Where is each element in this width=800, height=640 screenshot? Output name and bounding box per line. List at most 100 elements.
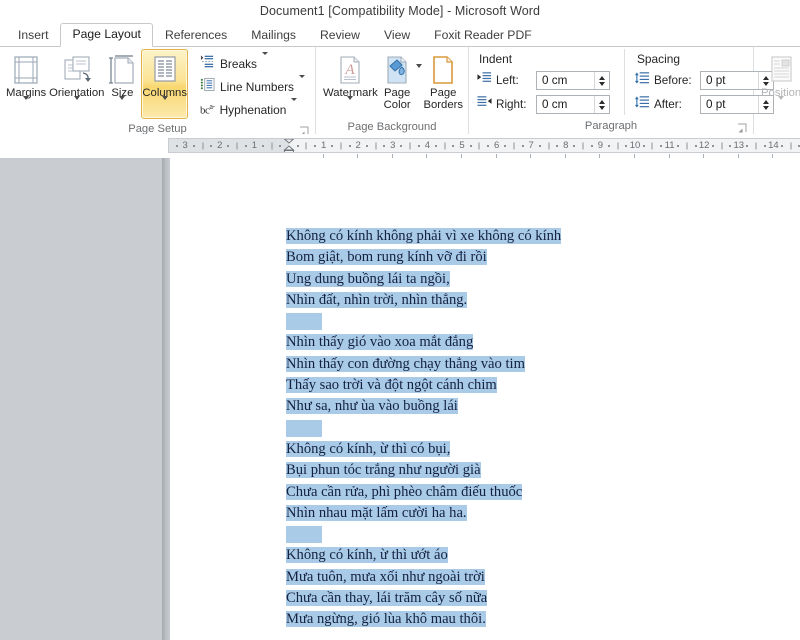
document-line[interactable]: Ung dung buồng lái ta ngồi, bbox=[286, 269, 706, 290]
document-blank-line[interactable] bbox=[286, 418, 706, 439]
indent-right-spinner-arrows[interactable] bbox=[594, 96, 609, 113]
ruler-dot bbox=[711, 144, 714, 147]
selected-text[interactable]: Nhìn thấy con đường chạy thẳng vào tim bbox=[286, 355, 525, 372]
ribbon-tab-strip: Insert Page Layout References Mailings R… bbox=[0, 22, 800, 47]
indent-left-value[interactable]: 0 cm bbox=[537, 74, 594, 87]
ruler-label-left-3: 3 bbox=[182, 140, 188, 151]
indent-right-label: Right: bbox=[496, 98, 527, 111]
tab-references[interactable]: References bbox=[153, 24, 239, 47]
margins-caret-down-icon[interactable] bbox=[23, 96, 30, 118]
document-line[interactable]: Không có kính không phải vì xe không có … bbox=[286, 226, 706, 247]
orientation-button[interactable]: Orientation bbox=[48, 49, 105, 119]
document-blank-line[interactable] bbox=[286, 311, 706, 332]
selected-text[interactable]: Không có kính, ừ thì ướt áo bbox=[286, 547, 448, 564]
indent-left-spinner[interactable]: 0 cm bbox=[536, 71, 610, 90]
page-borders-button[interactable]: Page Borders bbox=[422, 49, 464, 112]
columns-button[interactable]: Columns bbox=[141, 49, 188, 119]
position-caret-down-icon[interactable] bbox=[778, 96, 785, 118]
margins-button[interactable]: Margins bbox=[4, 49, 48, 119]
spinner-up-icon[interactable] bbox=[599, 75, 605, 80]
ruler-dot bbox=[746, 144, 749, 147]
selected-text[interactable]: Ung dung buồng lái ta ngồi, bbox=[286, 270, 450, 287]
ribbon-group-paragraph: Indent Left: 0 cm Right: 0 cm Spacing Be… bbox=[469, 47, 774, 135]
document-stanza[interactable]: Không có kính, ừ thì có bụi, Bụi phun tóc… bbox=[286, 439, 706, 524]
document-line[interactable]: Nhìn thấy con đường chạy thẳng vào tim bbox=[286, 354, 706, 375]
tab-view[interactable]: View bbox=[372, 24, 422, 47]
spacing-before-value[interactable]: 0 pt bbox=[701, 74, 758, 87]
document-line[interactable]: Không có kính, ừ thì ướt áo bbox=[286, 545, 706, 566]
ruler-label-1: 1 bbox=[320, 140, 327, 151]
indent-right-spinner[interactable]: 0 cm bbox=[536, 95, 610, 114]
selected-text[interactable]: Chưa cần thay, lái trăm cây số nữa bbox=[286, 590, 488, 607]
document-line[interactable]: Nhìn nhau mặt lấm cười ha ha. bbox=[286, 503, 706, 524]
document-stanza[interactable]: Không có kính, ừ thì ướt áo Mưa tuôn, mưa… bbox=[286, 545, 706, 630]
ruler-dot bbox=[781, 144, 784, 147]
selected-empty-paragraph[interactable] bbox=[286, 313, 322, 331]
document-stanza[interactable]: Nhìn thấy gió vào xoa mắt đắng Nhìn thấy … bbox=[286, 332, 706, 417]
tab-review[interactable]: Review bbox=[308, 24, 372, 47]
selected-text[interactable]: Mưa tuôn, mưa xối như ngoài trời bbox=[286, 568, 485, 585]
orientation-caret-down-icon[interactable] bbox=[73, 96, 80, 118]
selected-text[interactable]: Bụi phun tóc trắng như người già bbox=[286, 462, 481, 479]
tab-foxit-reader-pdf[interactable]: Foxit Reader PDF bbox=[422, 24, 544, 47]
spinner-down-icon[interactable] bbox=[599, 81, 605, 86]
selected-text[interactable]: Nhìn nhau mặt lấm cười ha ha. bbox=[286, 504, 467, 521]
breaks-caret-down-icon[interactable] bbox=[261, 51, 268, 73]
tab-insert[interactable]: Insert bbox=[6, 24, 60, 47]
document-line[interactable]: Nhìn đất, nhìn trời, nhìn thẳng. bbox=[286, 290, 706, 311]
document-line[interactable]: Nhìn thấy gió vào xoa mắt đắng bbox=[286, 332, 706, 353]
document-text-body[interactable]: Không có kính không phải vì xe không có … bbox=[286, 226, 706, 631]
columns-caret-down-icon[interactable] bbox=[161, 96, 168, 118]
document-line[interactable]: Như sa, như ùa vào buồng lái bbox=[286, 396, 706, 417]
selected-text[interactable]: Nhìn thấy gió vào xoa mắt đắng bbox=[286, 334, 474, 351]
line-numbers-button[interactable]: Line Numbers bbox=[194, 74, 311, 98]
ruler-indent-marker[interactable] bbox=[283, 139, 295, 152]
document-line[interactable]: Chưa cần rửa, phì phèo châm điếu thuốc bbox=[286, 482, 706, 503]
indent-left-spinner-arrows[interactable] bbox=[594, 72, 609, 89]
indent-right-value[interactable]: 0 cm bbox=[537, 98, 594, 111]
ruler-half-tick bbox=[340, 142, 342, 149]
hyphenation-caret-down-icon[interactable] bbox=[291, 97, 298, 119]
document-line[interactable]: Bom giật, bom rung kính vỡ đi rồi bbox=[286, 247, 706, 268]
spacing-after-label: After: bbox=[654, 98, 682, 111]
spinner-up-icon[interactable] bbox=[599, 99, 605, 104]
spinner-down-icon[interactable] bbox=[599, 105, 605, 110]
spacing-after-value[interactable]: 0 pt bbox=[701, 98, 758, 111]
line-numbers-caret-down-icon[interactable] bbox=[299, 74, 305, 96]
watermark-caret-down-icon[interactable] bbox=[347, 96, 354, 118]
paragraph-dialog-launcher-icon[interactable] bbox=[737, 123, 748, 134]
selected-text[interactable]: Mưa ngừng, gió lùa khô mau thôi. bbox=[286, 611, 486, 628]
ruler-label-11: 11 bbox=[664, 140, 675, 151]
document-page[interactable]: Không có kính không phải vì xe không có … bbox=[170, 158, 800, 640]
document-line[interactable]: Mưa tuôn, mưa xối như ngoài trời bbox=[286, 567, 706, 588]
ruler-dot bbox=[400, 144, 403, 147]
breaks-button[interactable]: Breaks bbox=[194, 51, 311, 75]
selected-text[interactable]: Nhìn đất, nhìn trời, nhìn thẳng. bbox=[286, 291, 468, 308]
selected-empty-paragraph[interactable] bbox=[286, 526, 322, 544]
position-button[interactable]: Position bbox=[760, 49, 800, 119]
document-stanza[interactable]: Không có kính không phải vì xe không có … bbox=[286, 226, 706, 311]
size-button[interactable]: Size bbox=[105, 49, 139, 119]
document-line[interactable]: Bụi phun tóc trắng như người già bbox=[286, 460, 706, 481]
ruler-dot bbox=[348, 144, 351, 147]
document-line[interactable]: Mưa ngừng, gió lùa khô mau thôi. bbox=[286, 609, 706, 630]
watermark-button[interactable]: A Watermark bbox=[322, 49, 379, 119]
document-blank-line[interactable] bbox=[286, 524, 706, 545]
selected-text[interactable]: Không có kính, ừ thì có bụi, bbox=[286, 440, 451, 457]
document-line[interactable]: Chưa cần thay, lái trăm cây số nữa bbox=[286, 588, 706, 609]
selected-text[interactable]: Như sa, như ùa vào buồng lái bbox=[286, 398, 458, 415]
hyphenation-button[interactable]: bca- Hyphenation bbox=[194, 97, 311, 121]
horizontal-ruler[interactable]: 3 2 1 1 2 3 4 5 6 7 8 9 10 11 12 13 14 bbox=[168, 138, 800, 153]
selected-text[interactable]: Không có kính không phải vì xe không có … bbox=[286, 228, 562, 244]
page-color-label: Page Color bbox=[383, 87, 411, 111]
selected-text[interactable]: Thấy sao trời và đột ngột cánh chim bbox=[286, 377, 497, 394]
tab-page-layout[interactable]: Page Layout bbox=[60, 23, 153, 47]
tab-mailings[interactable]: Mailings bbox=[239, 24, 308, 47]
selected-empty-paragraph[interactable] bbox=[286, 419, 322, 437]
page-color-button[interactable]: Page Color bbox=[379, 49, 416, 112]
selected-text[interactable]: Chưa cần rửa, phì phèo châm điếu thuốc bbox=[286, 483, 523, 500]
document-line[interactable]: Không có kính, ừ thì có bụi, bbox=[286, 439, 706, 460]
selected-text[interactable]: Bom giật, bom rung kính vỡ đi rồi bbox=[286, 249, 487, 266]
size-caret-down-icon[interactable] bbox=[119, 96, 126, 118]
document-line[interactable]: Thấy sao trời và đột ngột cánh chim bbox=[286, 375, 706, 396]
